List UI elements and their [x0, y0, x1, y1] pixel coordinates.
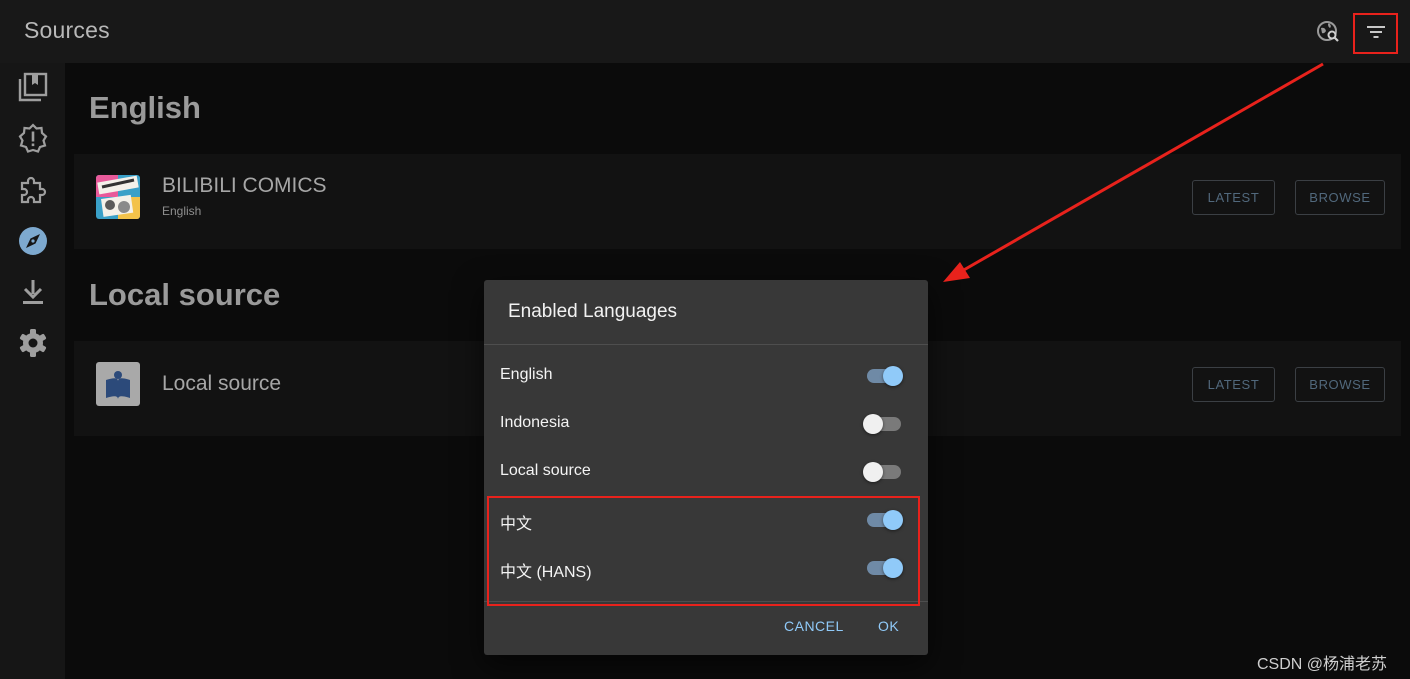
watermark: CSDN @杨浦老苏: [1257, 656, 1388, 673]
annotation-arrow: [943, 62, 1324, 282]
